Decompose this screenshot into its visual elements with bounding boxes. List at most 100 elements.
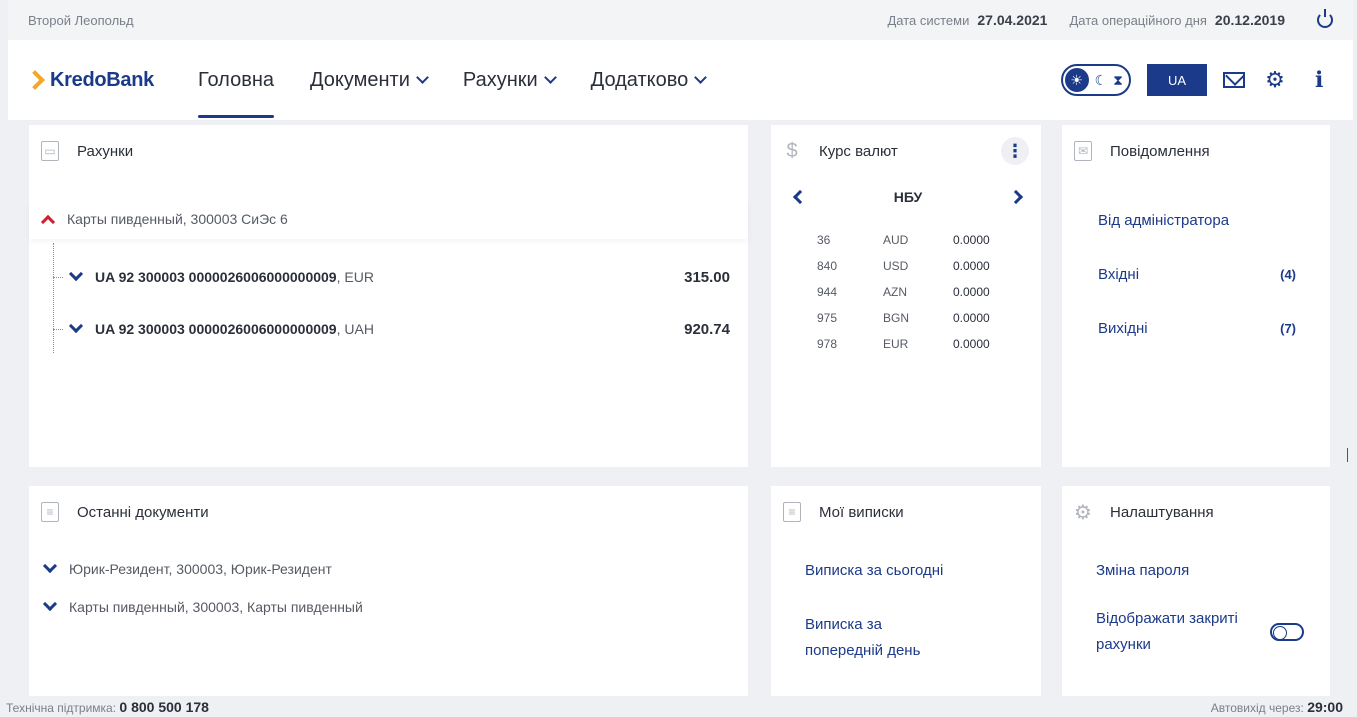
wallet-icon: ▭ (41, 141, 59, 161)
hourglass-icon[interactable]: ⧗ (1113, 72, 1123, 89)
list-item[interactable]: Юрик-Резидент, 300003, Юрик-Резидент (29, 550, 748, 588)
chevron-down-icon (694, 71, 708, 84)
change-password-link[interactable]: Зміна пароля (1096, 558, 1310, 584)
show-closed-line2: рахунки (1096, 636, 1151, 653)
show-closed-setting: Відображати закриті рахунки (1096, 606, 1310, 658)
system-date: 27.04.2021 (977, 12, 1048, 28)
exchange-rates-card: $ Курс валют ⋮ НБУ 36 AUD 0.0000 840 USD… (771, 125, 1041, 467)
expand-icon[interactable] (42, 558, 58, 574)
account-group-label: Карты пивденный, 300003 СиЭс 6 (67, 211, 288, 227)
theme-switcher[interactable]: ☀ ☾ ⧗ (1060, 64, 1131, 96)
rate-row: 978 EUR 0.0000 (817, 331, 1041, 357)
autologout-info: Автовихід через: 29:00 (1211, 699, 1343, 715)
main-nav: Головна Документи Рахунки Додатково (198, 40, 708, 120)
rate-code: 944 (817, 285, 838, 299)
system-dates: Дата системи 27.04.2021 Дата операційног… (887, 9, 1333, 28)
messages-title: Повідомлення (1110, 142, 1210, 160)
text-cursor-icon (1347, 448, 1353, 462)
rates-source-nav: НБУ (771, 177, 1041, 217)
account-row[interactable]: UA 92 300003 0000026006000000009 , EUR 3… (53, 251, 748, 303)
nav-additional-label: Додатково (590, 68, 689, 91)
nav-additional[interactable]: Додатково (590, 40, 708, 120)
account-amount: 315.00 (684, 268, 730, 286)
dollar-chart-icon: $ (786, 139, 798, 162)
nav-documents[interactable]: Документи (310, 40, 429, 120)
rate-row: 944 AZN 0.0000 (817, 279, 1041, 305)
accounts-card-header: ▭ Рахунки (29, 125, 748, 177)
rate-currency: EUR (883, 337, 909, 351)
rates-source: НБУ (893, 189, 923, 205)
footer: Технічна підтримка: 0 800 500 178 Автови… (0, 696, 1357, 717)
rate-currency: USD (883, 259, 909, 273)
recent-card-header: ≡ Останні документи (29, 486, 748, 538)
document-label: Юрик-Резидент, 300003, Юрик-Резидент (69, 561, 332, 577)
messages-outbox-link[interactable]: Вихідні (1098, 320, 1148, 337)
account-row[interactable]: UA 92 300003 0000026006000000009 , UAH 9… (53, 303, 748, 355)
messages-outbox[interactable]: Вихідні (7) (1098, 301, 1296, 355)
recent-documents-card: ≡ Останні документи Юрик-Резидент, 30000… (29, 486, 748, 696)
support-phone: 0 800 500 178 (119, 698, 209, 715)
settings-card: ⚙ Налаштування Зміна пароля Відображати … (1062, 486, 1330, 696)
autologout-label: Автовихід через: (1210, 700, 1304, 715)
next-source-icon[interactable] (1008, 189, 1024, 205)
show-closed-line1: Відображати закриті (1096, 610, 1238, 627)
rate-currency: AZN (883, 285, 907, 299)
gear-icon[interactable]: ⚙ (1261, 67, 1289, 93)
list-item[interactable]: Карты пивденный, 300003, Карты пивденный (29, 588, 748, 626)
accounts-card: ▭ Рахунки Карты пивденный, 300003 СиЭс 6… (29, 125, 748, 467)
rate-code: 840 (817, 259, 838, 273)
settings-title: Налаштування (1110, 503, 1214, 521)
rate-currency: AUD (883, 233, 909, 247)
expand-icon[interactable] (42, 596, 58, 612)
rates-card-header: $ Курс валют ⋮ (771, 125, 1041, 177)
power-icon[interactable] (1317, 9, 1333, 28)
messages-card-header: ✉ Повідомлення (1062, 125, 1330, 177)
show-closed-toggle[interactable] (1270, 623, 1304, 641)
inbox-count-badge: (4) (1280, 266, 1296, 282)
statement-prev-line1: Виписка за (805, 616, 883, 633)
system-bar: Второй Леопольд Дата системи 27.04.2021 … (8, 0, 1353, 40)
statements-title: Мої виписки (819, 503, 904, 521)
settings-card-header: ⚙ Налаштування (1062, 486, 1330, 538)
nav-accounts[interactable]: Рахунки (463, 40, 557, 120)
user-name: Второй Леопольд (28, 12, 134, 28)
rate-code: 975 (817, 311, 838, 325)
messages-inbox[interactable]: Вхідні (4) (1098, 247, 1296, 301)
messages-admin-link[interactable]: Від адміністратора (1098, 212, 1229, 229)
rate-row: 975 BGN 0.0000 (817, 305, 1041, 331)
document-icon: ≡ (783, 502, 801, 522)
expand-icon[interactable] (68, 266, 84, 282)
rates-table: 36 AUD 0.0000 840 USD 0.0000 944 AZN 0.0… (817, 227, 1041, 357)
account-currency: , UAH (336, 321, 374, 337)
logo-text: KredoBank (50, 68, 154, 91)
kebab-menu-icon[interactable]: ⋮ (1001, 137, 1029, 165)
statement-prev-day-link[interactable]: Виписка за попередній день (805, 612, 1021, 664)
gear-icon: ⚙ (1074, 501, 1092, 524)
messages-inbox-link[interactable]: Вхідні (1098, 266, 1139, 283)
autologout-time: 29:00 (1307, 698, 1343, 715)
statement-today-link[interactable]: Виписка за сьогодні (805, 558, 1021, 584)
main-header: KredoBank Головна Документи Рахунки Дода… (8, 40, 1353, 120)
collapse-icon[interactable] (40, 214, 56, 230)
sun-icon[interactable]: ☀ (1064, 68, 1089, 92)
language-button[interactable]: UA (1147, 64, 1207, 96)
rates-title: Курс валют (819, 142, 898, 160)
header-tools: ☀ ☾ ⧗ UA ⚙ ℹ (1060, 64, 1333, 96)
account-group[interactable]: Карты пивденный, 300003 СиЭс 6 (29, 199, 748, 239)
system-date-label: Дата системи (887, 12, 970, 28)
chevron-down-icon (543, 71, 557, 84)
logo-chevron-icon (25, 70, 45, 90)
mail-icon[interactable] (1223, 72, 1245, 88)
document-icon: ≡ (41, 502, 59, 522)
logo[interactable]: KredoBank (25, 68, 198, 92)
show-closed-label: Відображати закриті рахунки (1096, 606, 1238, 658)
nav-home[interactable]: Головна (198, 40, 274, 120)
moon-icon[interactable]: ☾ (1095, 72, 1108, 89)
chevron-down-icon (416, 71, 429, 84)
prev-source-icon[interactable] (792, 189, 808, 205)
info-icon[interactable]: ℹ (1305, 67, 1333, 93)
messages-admin[interactable]: Від адміністратора (1098, 193, 1296, 247)
rate-row: 840 USD 0.0000 (817, 253, 1041, 279)
expand-icon[interactable] (68, 318, 84, 334)
account-iban: UA 92 300003 0000026006000000009 (95, 269, 337, 285)
